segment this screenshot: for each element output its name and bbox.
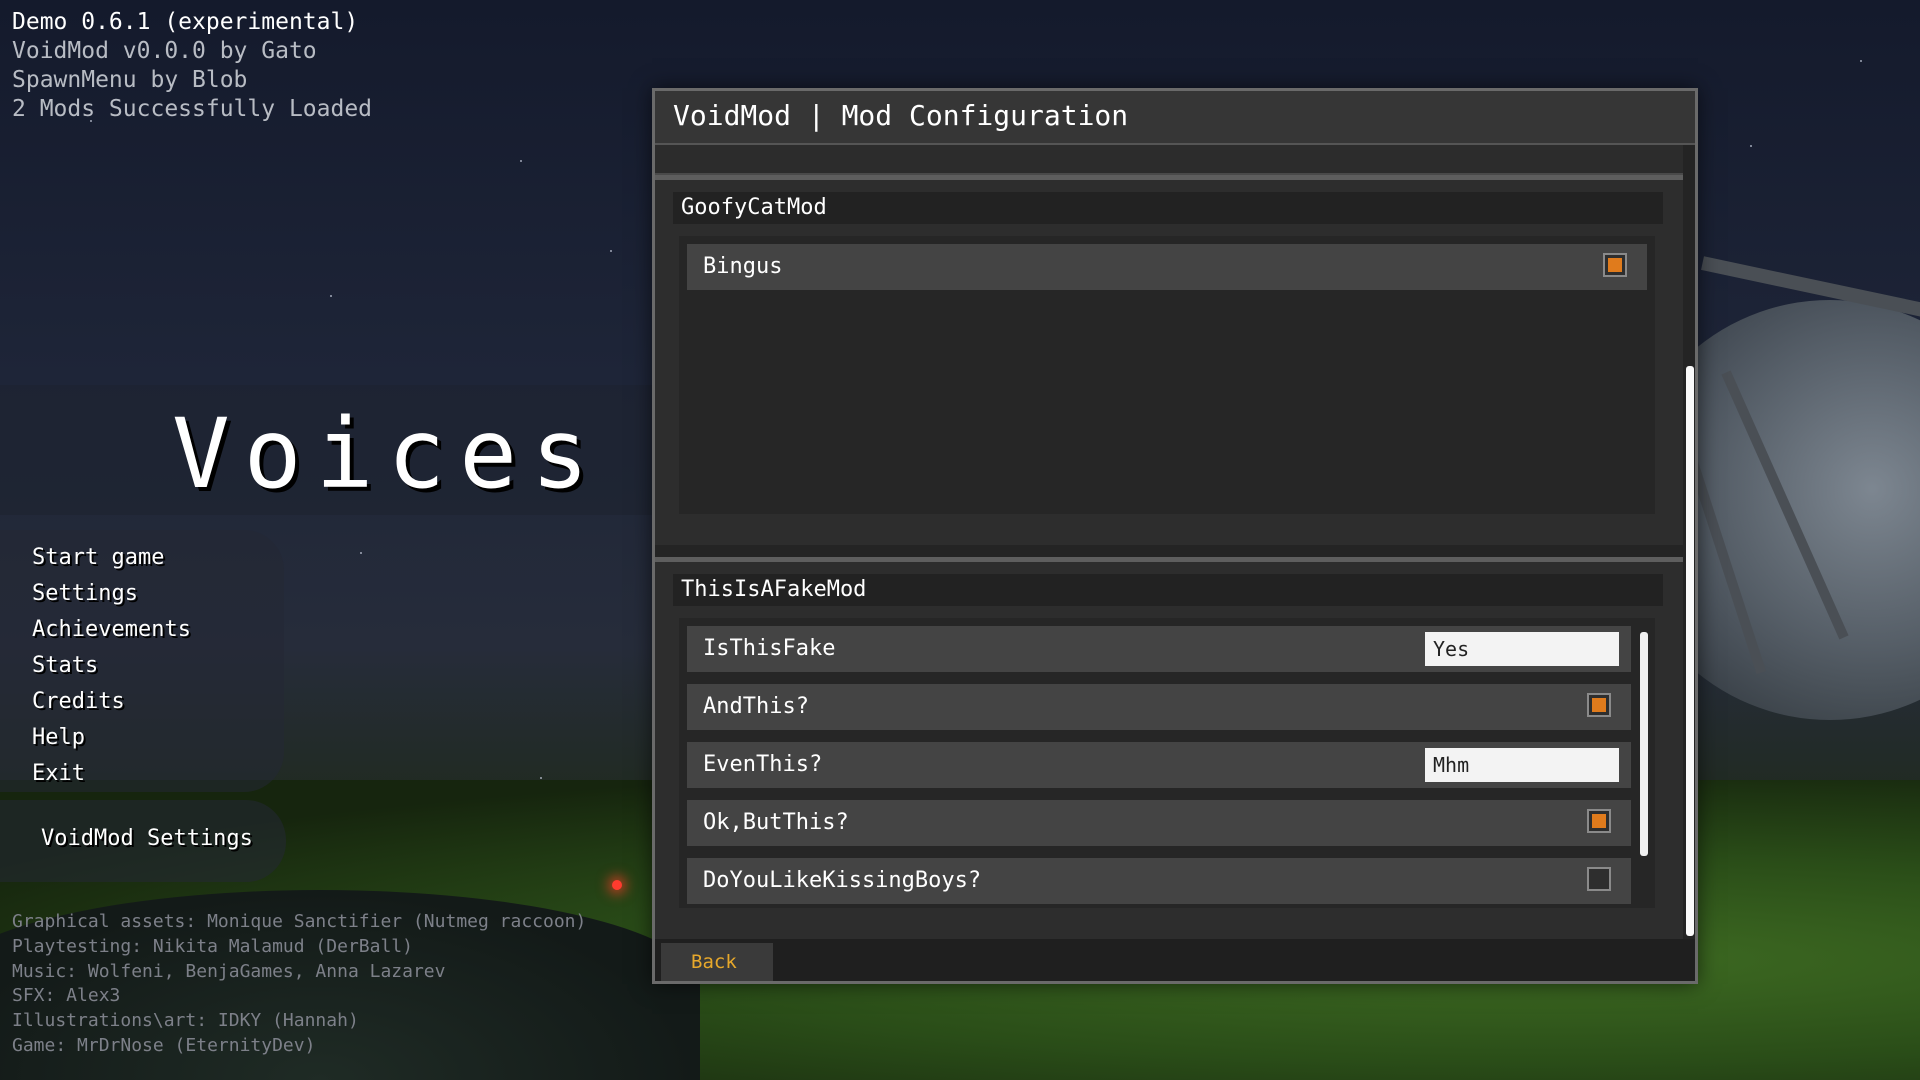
mod-options-list: IsThisFake AndThis? EvenThis? Ok,ButThis…: [679, 618, 1655, 908]
option-label: EvenThis?: [703, 752, 823, 777]
option-row-isthisfake: IsThisFake: [687, 626, 1631, 672]
menu-exit[interactable]: Exit: [32, 756, 191, 792]
star: [540, 777, 542, 779]
credit-line: Playtesting: Nikita Malamud (DerBall): [12, 935, 413, 957]
game-screen: Demo 0.6.1 (experimental) VoidMod v0.0.0…: [0, 0, 1920, 1080]
option-row-bingus: Bingus: [687, 244, 1647, 290]
credit-line: Illustrations\art: IDKY (Hannah): [12, 1010, 359, 1032]
option-row-okbutthis: Ok,ButThis?: [687, 800, 1631, 846]
mod-name-header: GoofyCatMod: [673, 192, 1663, 224]
isthisfake-input[interactable]: [1425, 632, 1619, 666]
okbutthis-checkbox[interactable]: [1587, 809, 1611, 833]
mod-section-goofycatmod: GoofyCatMod Bingus: [655, 175, 1683, 545]
option-label: Ok,ButThis?: [703, 810, 849, 835]
doyoulikekissingboys-checkbox[interactable]: [1587, 867, 1611, 891]
option-label: Bingus: [703, 254, 783, 279]
star: [520, 160, 522, 162]
menu-help[interactable]: Help: [32, 720, 191, 756]
option-label: DoYouLikeKissingBoys?: [703, 868, 982, 893]
credits-list: Graphical assets: Monique Sanctifier (Nu…: [12, 910, 586, 1059]
option-row-doyoulikekissingboys: DoYouLikeKissingBoys?: [687, 858, 1631, 904]
menu-settings[interactable]: Settings: [32, 576, 191, 612]
star: [1860, 60, 1862, 62]
star: [360, 552, 362, 554]
window-footer: Back: [655, 939, 1695, 981]
menu-start-game[interactable]: Start game: [32, 540, 191, 576]
version-text: Demo 0.6.1 (experimental): [12, 9, 359, 35]
credit-line: Music: Wolfeni, BenjaGames, Anna Lazarev: [12, 960, 446, 982]
modloader-text: VoidMod v0.0.0 by Gato: [12, 38, 317, 64]
andthis-checkbox[interactable]: [1587, 693, 1611, 717]
back-button[interactable]: Back: [661, 943, 773, 981]
mod-section-thisisafakemod: ThisIsAFakeMod IsThisFake AndThis? EvenT…: [655, 557, 1683, 939]
window-scrollbar[interactable]: [1686, 366, 1694, 936]
window-title: VoidMod | Mod Configuration: [673, 99, 1129, 132]
option-label: AndThis?: [703, 694, 809, 719]
eventhis-input[interactable]: [1425, 748, 1619, 782]
mods-loaded-text: 2 Mods Successfully Loaded: [12, 96, 373, 122]
option-row-eventhis: EvenThis?: [687, 742, 1631, 788]
mod-name-header: ThisIsAFakeMod: [673, 574, 1663, 606]
credit-line: Game: MrDrNose (EternityDev): [12, 1034, 316, 1056]
credit-line: Graphical assets: Monique Sanctifier (Nu…: [12, 911, 587, 932]
window-top-strip: [655, 145, 1683, 175]
main-menu: Start game Settings Achievements Stats C…: [32, 540, 191, 792]
mod-config-window: VoidMod | Mod Configuration GoofyCatMod …: [652, 88, 1698, 984]
menu-stats[interactable]: Stats: [32, 648, 191, 684]
star: [610, 250, 612, 252]
menu-achievements[interactable]: Achievements: [32, 612, 191, 648]
voidmod-settings-button[interactable]: VoidMod Settings: [41, 826, 253, 851]
mod-options-scrollbar[interactable]: [1640, 632, 1648, 856]
version-info: Demo 0.6.1 (experimental) VoidMod v0.0.0…: [12, 8, 372, 124]
star: [1750, 145, 1752, 147]
window-titlebar[interactable]: VoidMod | Mod Configuration: [655, 91, 1695, 145]
bingus-checkbox[interactable]: [1603, 253, 1627, 277]
star: [330, 295, 332, 297]
option-row-andthis: AndThis?: [687, 684, 1631, 730]
option-label: IsThisFake: [703, 636, 836, 661]
red-beacon-light: [612, 880, 622, 890]
spawnmenu-text: SpawnMenu by Blob: [12, 67, 248, 93]
mod-options-list: Bingus: [679, 236, 1655, 514]
menu-credits[interactable]: Credits: [32, 684, 191, 720]
credit-line: SFX: Alex3: [12, 985, 121, 1007]
